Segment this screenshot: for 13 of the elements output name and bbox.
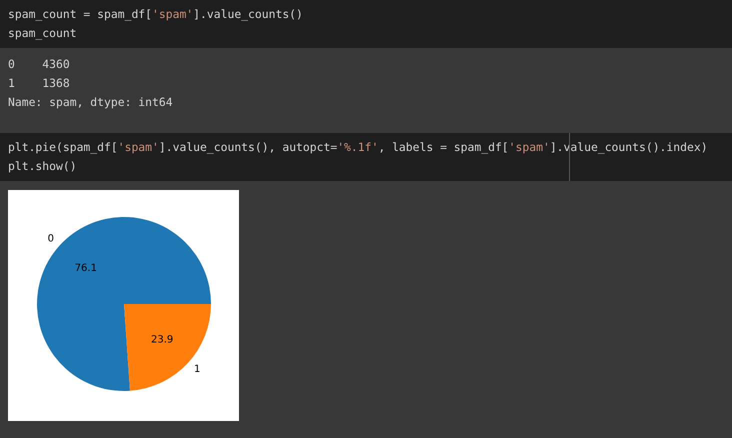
code-line: plt.show() (8, 158, 77, 175)
code-cell[interactable]: plt.pie(spam_df['spam'].value_counts(), autopct='%.1f', labels = spam_df['spam'].value_counts().index) plt.show() (0, 133, 732, 181)
percent-label: 23.9 (151, 334, 174, 346)
code-line: plt.pie(spam_df['spam'].value_counts(), autopct='%.1f', labels = spam_df['spam'].value_counts().index) (8, 139, 708, 156)
percent-label: 76.1 (74, 263, 97, 274)
code-line: spam_count (8, 25, 77, 42)
slice-label: 0 (48, 233, 54, 244)
output-line: Name: spam, dtype: int64 (8, 94, 174, 111)
slice-label: 1 (194, 364, 200, 376)
output-line: 1 1368 (8, 75, 71, 92)
code-cell[interactable]: spam_count = spam_df['spam'].value_counts() spam_count (0, 0, 732, 48)
output-line: 0 4360 (8, 56, 71, 73)
code-line: spam_count = spam_df['spam'].value_counts() (8, 6, 303, 23)
